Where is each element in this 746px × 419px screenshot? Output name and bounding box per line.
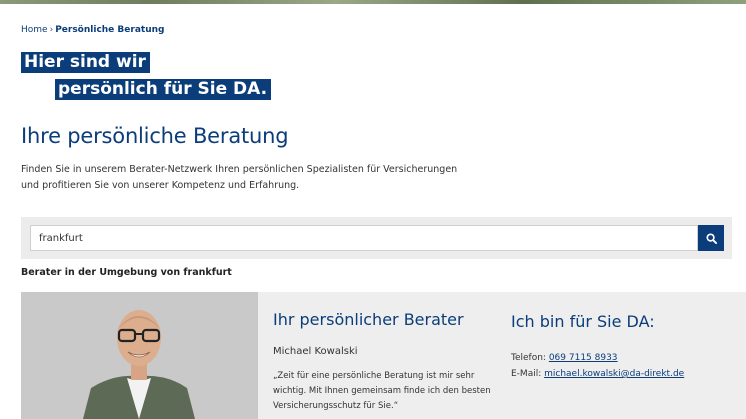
contact-title: Ich bin für Sie DA: [511,312,655,331]
search-bar [21,217,732,259]
advisor-quote: „Zeit für eine persönliche Beratung ist … [273,371,491,411]
advisor-card: Ihr persönlicher Berater Michael Kowalsk… [21,292,746,419]
search-icon [705,232,717,244]
advisor-photo [21,292,258,419]
advisor-card-title: Ihr persönlicher Berater [273,310,464,329]
contact-details: Telefon: 069 7115 8933 E-Mail: michael.k… [511,350,746,382]
search-button[interactable] [698,225,724,251]
email-label: E-Mail: [511,369,545,379]
email-link[interactable]: michael.kowalski@da-direkt.de [544,369,684,379]
page-title: Ihre persönliche Beratung [21,124,289,148]
breadcrumb-current: Persönliche Beratung [55,25,165,35]
slogan-line-2: persönlich für Sie DA. [55,79,272,100]
breadcrumb-separator: › [49,25,54,35]
breadcrumb: Home › Persönliche Beratung [21,25,164,35]
email-row: E-Mail: michael.kowalski@da-direkt.de [511,366,746,382]
advisor-info: Ihr persönlicher Berater Michael Kowalsk… [273,310,493,414]
advisor-name: Michael Kowalski [273,346,358,357]
phone-label: Telefon: [511,353,549,363]
phone-row: Telefon: 069 7115 8933 [511,350,746,366]
results-heading: Berater in der Umgebung von frankfurt [21,267,232,278]
slogan: Hier sind wir persönlich für Sie DA. [21,52,272,100]
slogan-line-1: Hier sind wir [21,52,150,73]
search-input[interactable] [30,225,698,251]
hero-image-strip [0,0,746,4]
phone-link[interactable]: 069 7115 8933 [549,353,618,363]
intro-text: Finden Sie in unserem Berater-Netzwerk I… [21,164,458,191]
breadcrumb-home-link[interactable]: Home [21,25,48,35]
advisor-contact: Ich bin für Sie DA: Telefon: 069 7115 89… [511,312,746,382]
